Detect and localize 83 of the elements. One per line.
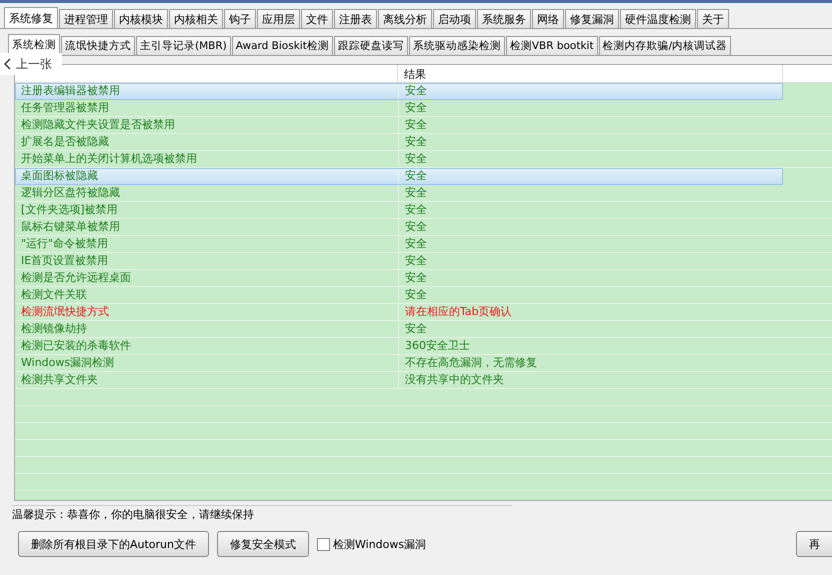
item-cell-text: 检测镜像劫持: [20, 321, 88, 337]
tab[interactable]: Award Bioskit检测: [232, 36, 333, 55]
tab[interactable]: 修复漏洞: [565, 9, 619, 28]
action-button[interactable]: 删除所有根目录下的Autorun文件: [18, 531, 210, 557]
tab[interactable]: 注册表: [334, 9, 377, 28]
chevron-left-icon: [4, 58, 11, 70]
item-cell-text: Windows漏洞检测: [20, 355, 116, 371]
item-cell-text: 检测是否允许远程桌面: [20, 270, 132, 286]
result-cell: 安全: [398, 270, 783, 286]
item-cell-text: IE首页设置被禁用: [20, 253, 110, 269]
tab[interactable]: 系统驱动感染检测: [408, 36, 505, 55]
tab[interactable]: 文件: [301, 9, 333, 28]
tab[interactable]: 硬件温度检测: [620, 9, 696, 28]
tab[interactable]: 主引导记录(MBR): [136, 36, 231, 55]
item-cell-text: 逻辑分区盘符被隐藏: [20, 185, 121, 201]
tab[interactable]: 进程管理: [59, 9, 113, 28]
item-cell-text: 任务管理器被禁用: [20, 100, 110, 116]
result-cell: 安全: [398, 185, 783, 201]
list-row[interactable]: 检测是否允许远程桌面 安全: [15, 270, 832, 287]
tab[interactable]: 流氓快捷方式: [61, 36, 135, 55]
tab[interactable]: 系统服务: [477, 9, 531, 28]
list-row[interactable]: 注册表编辑器被禁用 安全: [15, 83, 783, 100]
list-row[interactable]: 检测文件关联 安全: [15, 287, 832, 304]
item-cell-text: [文件夹选项]被禁用: [20, 202, 119, 218]
result-cell: 360安全卫士: [398, 338, 783, 354]
tab[interactable]: 系统检测: [8, 34, 60, 55]
list-row[interactable]: 逻辑分区盘符被隐藏 安全: [15, 185, 832, 202]
list-row[interactable]: Windows漏洞检测 不存在高危漏洞，无需修复: [15, 355, 832, 372]
item-cell-text: 鼠标右键菜单被禁用: [20, 219, 121, 235]
result-cell: 安全: [398, 83, 783, 99]
list-row[interactable]: IE首页设置被禁用 安全: [15, 253, 832, 270]
list-row[interactable]: "运行"命令被禁用 安全: [15, 236, 832, 253]
list-row[interactable]: 检测已安装的杀毒软件 360安全卫士: [15, 338, 832, 355]
item-cell-text: "运行"命令被禁用: [20, 236, 110, 252]
item-cell-text: 检测文件关联: [20, 287, 88, 303]
list-row[interactable]: 扩展名是否被隐藏 安全: [15, 134, 832, 151]
item-cell-text: 检测隐藏文件夹设置是否被禁用: [20, 117, 176, 133]
list-row[interactable]: 桌面图标被隐藏 安全: [15, 168, 783, 185]
previous-label: 上一张: [16, 56, 52, 72]
list-row[interactable]: 检测隐藏文件夹设置是否被禁用 安全: [15, 117, 832, 134]
result-cell: 安全: [398, 219, 783, 235]
item-cell-text: 桌面图标被隐藏: [20, 168, 99, 184]
result-cell: 不存在高危漏洞，无需修复: [398, 355, 783, 371]
tab[interactable]: 关于: [697, 9, 729, 28]
tab[interactable]: 网络: [532, 9, 564, 28]
action-button[interactable]: 再: [796, 531, 832, 557]
status-tip: 温馨提示：恭喜你，你的电脑很安全，请继续保持: [12, 505, 512, 523]
result-cell: 安全: [398, 202, 783, 218]
item-cell-text: 检测共享文件夹: [20, 372, 99, 388]
result-cell: 安全: [398, 100, 783, 116]
item-cell-text: 检测流氓快捷方式: [20, 304, 110, 320]
tab[interactable]: 钩子: [224, 9, 256, 28]
item-cell-text: 检测已安装的杀毒软件: [20, 338, 132, 354]
result-cell: 安全: [398, 168, 783, 184]
tab[interactable]: 启动项: [433, 9, 476, 28]
tab[interactable]: 内核相关: [169, 9, 223, 28]
result-cell: 安全: [398, 151, 783, 167]
result-cell: 安全: [398, 117, 783, 133]
tab[interactable]: 系统修复: [4, 7, 58, 28]
list-row[interactable]: 任务管理器被禁用 安全: [15, 100, 832, 117]
tab[interactable]: 应用层: [257, 9, 300, 28]
tab[interactable]: 内核模块: [114, 9, 168, 28]
result-cell: 安全: [398, 236, 783, 252]
action-button[interactable]: 修复安全模式: [217, 531, 310, 557]
item-cell-text: 注册表编辑器被禁用: [20, 83, 121, 99]
list-row[interactable]: 检测镜像劫持 安全: [15, 321, 832, 338]
list-row[interactable]: [文件夹选项]被禁用 安全: [15, 202, 832, 219]
tab[interactable]: 离线分析: [378, 9, 432, 28]
result-cell: 安全: [398, 321, 783, 337]
result-cell: 安全: [398, 287, 783, 303]
result-cell: 没有共享中的文件夹: [398, 372, 783, 388]
checkbox[interactable]: [317, 538, 330, 550]
tab[interactable]: 跟踪硬盘读写: [334, 36, 408, 55]
tab[interactable]: 检测内存欺骗/内核调试器: [598, 36, 732, 55]
result-cell: 安全: [398, 134, 783, 150]
result-cell: 请在相应的Tab页确认: [398, 304, 783, 320]
item-cell-text: 扩展名是否被隐藏: [20, 134, 110, 150]
previous-button[interactable]: 上一张: [0, 53, 62, 75]
tab[interactable]: 检测VBR bootkit: [506, 36, 598, 55]
result-cell: 安全: [398, 253, 783, 269]
list-row[interactable]: 鼠标右键菜单被禁用 安全: [15, 219, 832, 236]
item-cell-text: 开始菜单上的关闭计算机选项被禁用: [20, 151, 198, 167]
checkbox-label: 检测Windows漏洞: [333, 536, 426, 552]
